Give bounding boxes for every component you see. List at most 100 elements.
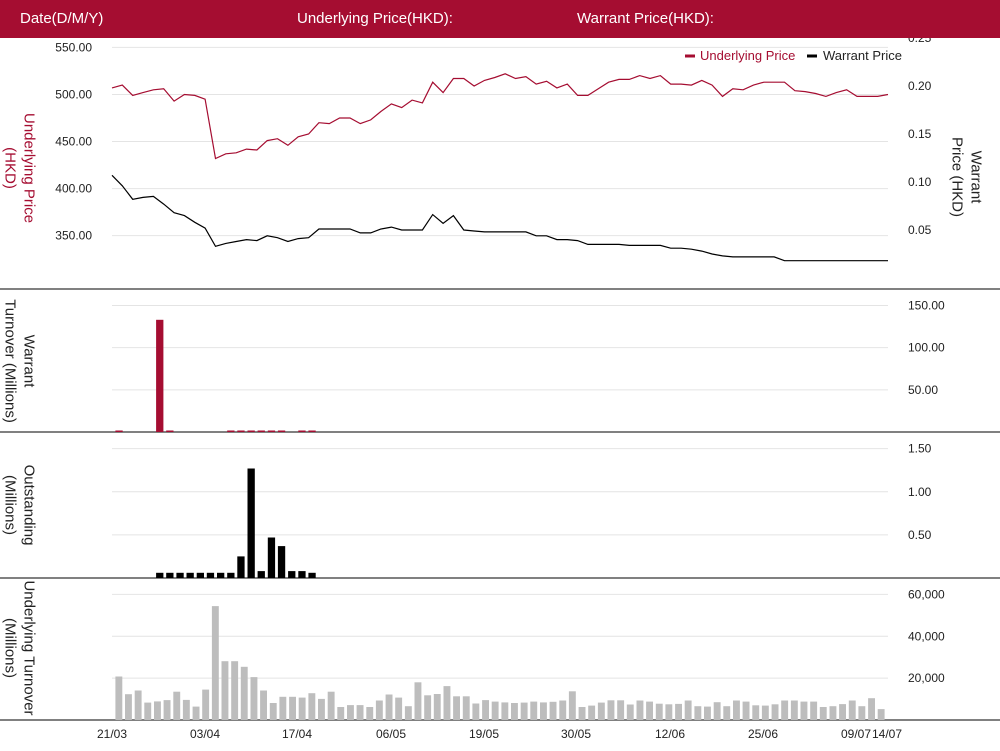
- underlying-turnover-axis-label-line: (Millions): [2, 618, 19, 678]
- y-right-axis-label-line: Price (HKD): [949, 137, 966, 217]
- x-tick-label: 03/04: [190, 727, 220, 741]
- underlying-turnover-bar: [269, 703, 277, 720]
- x-tick-label: 19/05: [469, 727, 499, 741]
- warrant-turnover-axis-label-line: Turnover (Millions): [2, 299, 19, 423]
- underlying-turnover-bar: [868, 698, 875, 720]
- underlying-turnover-bar: [433, 694, 441, 720]
- outstanding-bar: [298, 571, 306, 578]
- y-tick-label: 60,000: [908, 587, 945, 601]
- warrant-turnover-bar: [267, 430, 276, 432]
- underlying-turnover-bar: [848, 700, 856, 720]
- underlying-turnover-bar: [684, 700, 692, 720]
- y-tick-label: 150.00: [908, 298, 945, 312]
- underlying-turnover-bar: [694, 706, 702, 720]
- y-tick-label: 1.50: [908, 442, 932, 456]
- underlying-turnover-bar: [790, 700, 798, 720]
- underlying-turnover-bar: [240, 666, 248, 720]
- underlying-turnover-bar: [742, 701, 750, 720]
- x-tick-label: 09/07: [841, 727, 871, 741]
- underlying-turnover-bar: [549, 701, 557, 720]
- underlying-turnover-bar: [347, 705, 354, 720]
- underlying-turnover-bar: [472, 703, 480, 720]
- underlying-turnover-bar: [800, 701, 808, 720]
- outstanding-bar: [257, 571, 265, 578]
- underlying-turnover-bar: [839, 704, 846, 720]
- outstanding-bar: [206, 572, 215, 578]
- underlying-turnover-bar: [211, 606, 219, 720]
- underlying-turnover-bar: [202, 689, 210, 720]
- underlying-turnover-bar: [617, 700, 625, 720]
- y-right-tick-label: 0.25: [908, 38, 932, 45]
- x-tick-label: 25/06: [748, 727, 778, 741]
- underlying-turnover-bar: [327, 691, 335, 720]
- underlying-turnover-bar: [655, 703, 663, 720]
- underlying-turnover-bar: [704, 706, 711, 720]
- underlying-turnover-bar: [424, 695, 432, 720]
- outstanding-bar: [277, 546, 286, 578]
- warrant-turnover-bar: [298, 430, 306, 432]
- underlying-turnover-bar: [404, 706, 412, 720]
- underlying-turnover-bar: [578, 707, 586, 720]
- underlying-turnover-bar: [134, 690, 142, 720]
- underlying-turnover-bar: [395, 697, 403, 720]
- warrant-turnover-bar: [277, 430, 286, 432]
- underlying-turnover-bar: [453, 696, 460, 720]
- underlying-turnover-bar: [115, 676, 123, 720]
- outstanding-axis-label-line: (Millions): [2, 475, 19, 535]
- warrant-turnover-bar: [115, 430, 123, 432]
- underlying-turnover-bar: [646, 701, 653, 720]
- underlying-turnover-bar: [356, 705, 364, 720]
- underlying-turnover-bar: [607, 700, 615, 720]
- warrant-turnover-bar: [308, 430, 316, 432]
- outstanding-bar: [196, 572, 204, 578]
- underlying-turnover-bar: [559, 700, 567, 720]
- underlying-turnover-bar: [125, 694, 132, 720]
- underlying-turnover-bar: [597, 702, 605, 720]
- outstanding-bar: [227, 572, 235, 578]
- underlying-turnover-bar: [182, 699, 190, 720]
- legend: Underlying Price Warrant Price: [685, 48, 902, 63]
- underlying-turnover-bar: [568, 691, 576, 720]
- underlying-turnover-bar: [385, 694, 393, 720]
- y-right-axis-label: Warrant Price (HKD): [949, 137, 985, 217]
- underlying-turnover-bar: [877, 709, 885, 720]
- underlying-turnover-bar: [491, 701, 499, 720]
- underlying-turnover-bar: [588, 705, 596, 720]
- underlying-turnover-bar: [192, 706, 200, 720]
- warrant-turnover-bar: [156, 319, 164, 432]
- y-right-tick-label: 0.20: [908, 79, 932, 93]
- y-left-tick-label: 450.00: [55, 135, 92, 149]
- y-tick-label: 20,000: [908, 671, 945, 685]
- underlying-turnover-bar: [221, 661, 229, 720]
- date-label: Date(D/M/Y): [20, 10, 104, 27]
- warrant-chart: 550.00 500.00 450.00 400.00 350.00 0.25 0.20 0.…: [0, 38, 1000, 741]
- underlying-turnover-bar: [462, 696, 470, 720]
- underlying-price-label: Underlying Price(HKD):: [297, 10, 453, 27]
- warrant-turnover-axis-label: Warrant Turnover (Millions): [2, 299, 38, 423]
- underlying-turnover-bar: [173, 691, 181, 720]
- underlying-turnover-bar: [250, 677, 258, 720]
- underlying-turnover-bar: [733, 700, 740, 720]
- y-tick-label: 40,000: [908, 629, 945, 643]
- y-left-tick-label: 350.00: [55, 229, 92, 243]
- y-left-axis-label-line: Underlying Price: [21, 113, 38, 223]
- warrant-turnover-bar: [227, 430, 235, 432]
- underlying-turnover-bar: [540, 702, 547, 720]
- y-right-tick-label: 0.10: [908, 175, 932, 189]
- underlying-turnover-bar: [501, 702, 509, 720]
- warrant-turnover-bar: [237, 430, 245, 432]
- header-bar: Date(D/M/Y) Underlying Price(HKD): Warra…: [0, 0, 1000, 38]
- outstanding-axis-label-line: Outstanding: [21, 465, 38, 546]
- outstanding-bar: [308, 572, 316, 578]
- outstanding-bar: [237, 556, 245, 578]
- underlying-turnover-bar: [771, 704, 779, 720]
- underlying-turnover-bar: [520, 702, 528, 720]
- underlying-turnover-bar: [154, 701, 161, 720]
- underlying-turnover-bar: [308, 693, 316, 720]
- legend-entry-warrant: Warrant Price: [823, 48, 902, 63]
- underlying-turnover-bar: [482, 700, 489, 720]
- underlying-turnover-bar: [298, 697, 306, 720]
- y-right-tick-label: 0.15: [908, 127, 932, 141]
- underlying-turnover-bar: [819, 707, 827, 720]
- underlying-turnover-bar: [829, 706, 837, 720]
